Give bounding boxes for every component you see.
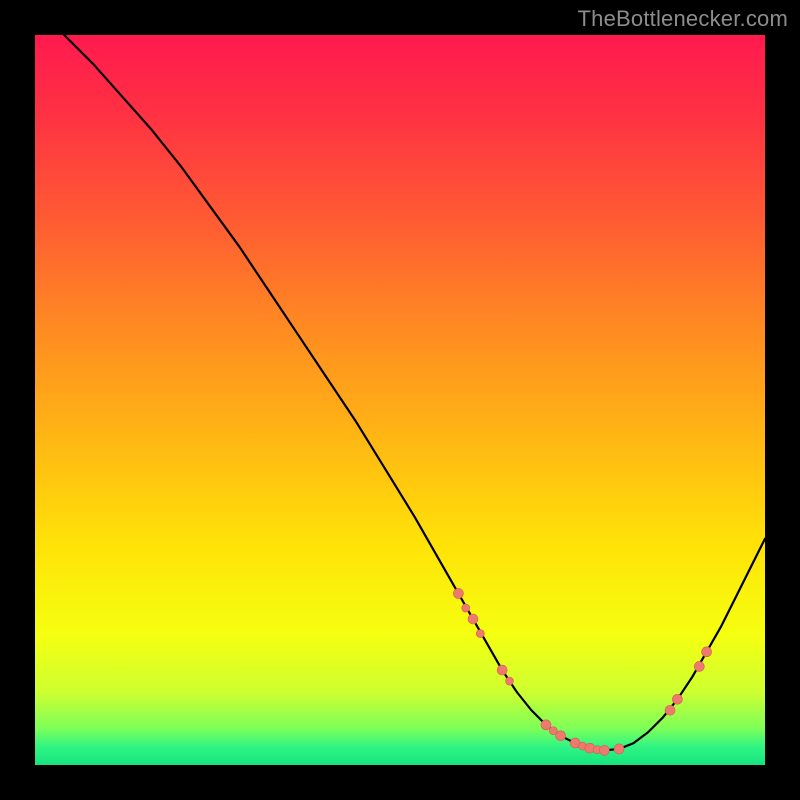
- marker-dot: [453, 588, 463, 598]
- marker-dot: [599, 745, 609, 755]
- marker-dot: [665, 705, 675, 715]
- marker-dot: [614, 744, 624, 754]
- gradient-background: [35, 35, 765, 765]
- marker-dot: [672, 694, 682, 704]
- marker-dot: [694, 661, 704, 671]
- marker-dot: [497, 665, 507, 675]
- marker-dot: [476, 630, 484, 638]
- marker-dot: [462, 604, 470, 612]
- marker-dot: [702, 647, 712, 657]
- chart-svg: [35, 35, 765, 765]
- chart-frame: TheBottlenecker.com: [0, 0, 800, 800]
- marker-dot: [541, 720, 551, 730]
- plot-area: [35, 35, 765, 765]
- marker-dot: [506, 677, 514, 685]
- marker-dot: [468, 614, 478, 624]
- attribution-text: TheBottlenecker.com: [578, 6, 788, 32]
- marker-dot: [556, 731, 566, 741]
